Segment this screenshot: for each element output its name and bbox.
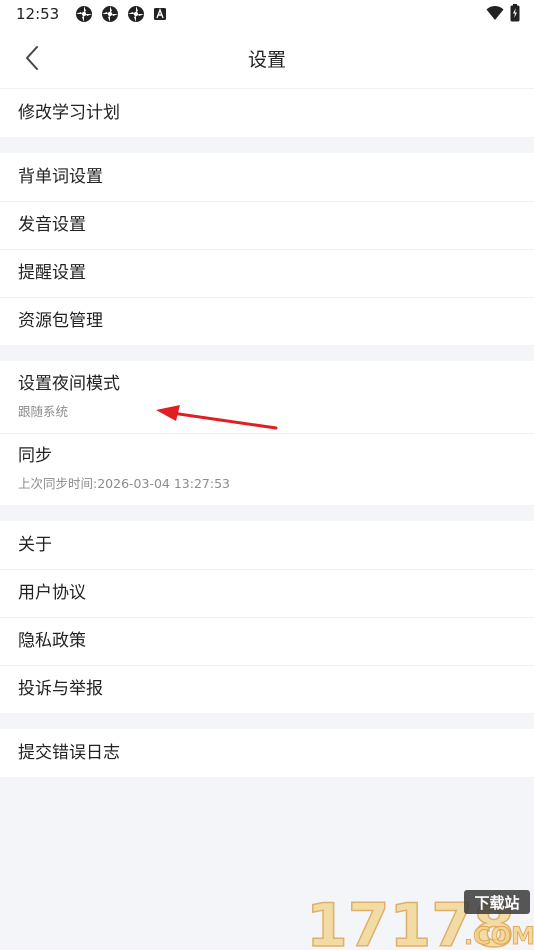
settings-item-label: 投诉与举报 <box>18 678 103 699</box>
settings-item-submit-error-log[interactable]: 提交错误日志 <box>0 729 534 777</box>
settings-item-label: 资源包管理 <box>18 310 103 331</box>
group-divider <box>0 137 534 153</box>
status-right-icons <box>486 4 520 26</box>
back-button[interactable] <box>18 44 46 72</box>
chevron-left-icon <box>26 46 38 70</box>
settings-item-label: 关于 <box>18 534 52 555</box>
settings-item-label: 背单词设置 <box>18 166 103 187</box>
settings-item-user-agreement[interactable]: 用户协议 <box>0 569 534 617</box>
settings-item-resource-packs[interactable]: 资源包管理 <box>0 297 534 345</box>
settings-item-word-settings[interactable]: 背单词设置 <box>0 153 534 201</box>
settings-item-label: 发音设置 <box>18 214 86 235</box>
settings-item-label: 隐私政策 <box>18 630 86 651</box>
settings-group-study: 背单词设置 发音设置 提醒设置 资源包管理 <box>0 153 534 345</box>
settings-group-logs: 提交错误日志 <box>0 729 534 777</box>
settings-item-label: 同步 <box>18 446 52 467</box>
group-divider <box>0 713 534 729</box>
status-bar: 12:53 <box>0 0 534 28</box>
settings-item-privacy-policy[interactable]: 隐私政策 <box>0 617 534 665</box>
settings-item-label: 设置夜间模式 <box>18 374 120 395</box>
watermark-domain: .COM <box>464 922 534 950</box>
group-divider <box>0 345 534 361</box>
settings-item-complaint-report[interactable]: 投诉与举报 <box>0 665 534 713</box>
settings-item-label: 修改学习计划 <box>18 102 120 123</box>
settings-item-about[interactable]: 关于 <box>0 521 534 569</box>
settings-group-legal: 关于 用户协议 隐私政策 投诉与举报 <box>0 521 534 713</box>
settings-item-sync[interactable]: 同步 上次同步时间:2026-03-04 13:27:53 <box>0 433 534 505</box>
app-bar: 设置 <box>0 28 534 89</box>
settings-item-label: 提交错误日志 <box>18 742 120 763</box>
settings-item-edit-plan[interactable]: 修改学习计划 <box>0 89 534 137</box>
notification-icons <box>75 5 171 23</box>
battery-icon <box>510 4 520 26</box>
group-divider <box>0 505 534 521</box>
settings-item-pronunciation[interactable]: 发音设置 <box>0 201 534 249</box>
settings-item-label: 提醒设置 <box>18 262 86 283</box>
watermark-badge: 下载站 <box>474 894 519 912</box>
a-badge-icon <box>153 5 171 23</box>
settings-group-plan: 修改学习计划 <box>0 89 534 137</box>
page-title: 设置 <box>247 48 286 71</box>
pinwheel-icon <box>101 5 119 23</box>
pinwheel-icon <box>75 5 93 23</box>
pinwheel-icon <box>127 5 145 23</box>
last-sync-time: 上次同步时间:2026-03-04 13:27:53 <box>18 475 230 491</box>
status-time: 12:53 <box>16 5 60 23</box>
wifi-icon <box>486 5 504 25</box>
site-watermark-logo: 17178 下载站 .COM <box>305 890 534 950</box>
settings-item-label: 用户协议 <box>18 582 86 603</box>
annotation-arrow-icon <box>156 405 278 430</box>
settings-item-reminder[interactable]: 提醒设置 <box>0 249 534 297</box>
